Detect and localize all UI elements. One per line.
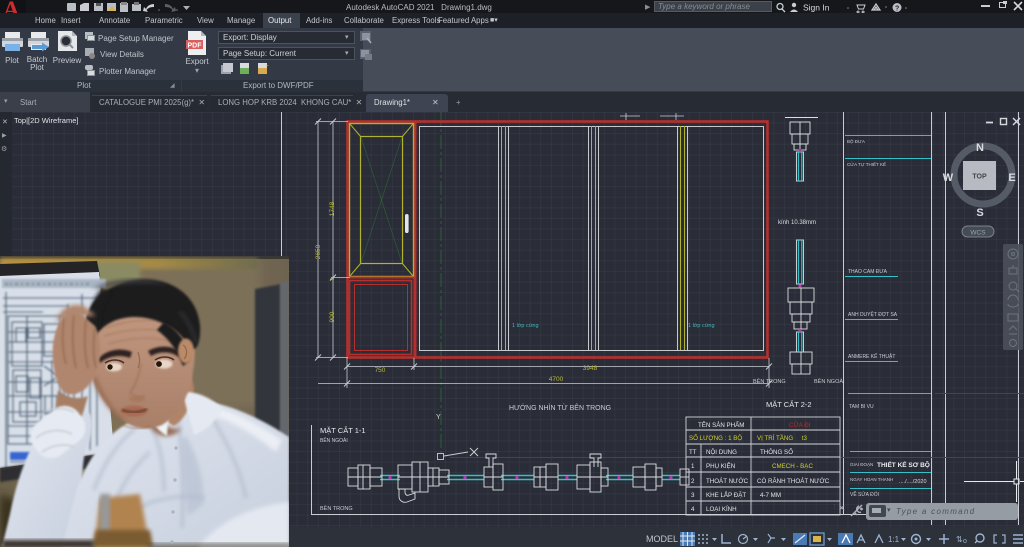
- svg-text:MẶT CẮT 2-2: MẶT CẮT 2-2: [766, 400, 812, 409]
- svg-text:2650: 2650: [315, 244, 322, 259]
- svg-text:5: 5: [330, 277, 336, 280]
- svg-text:MẶT CẮT 1-1: MẶT CẮT 1-1: [320, 426, 366, 435]
- svg-text:HƯỚNG NHÌN TỪ BÊN TRONG: HƯỚNG NHÌN TỪ BÊN TRONG: [509, 403, 611, 412]
- svg-text:..../..../2020: ..../..../2020: [899, 479, 927, 485]
- svg-text:1 lớp cứng: 1 lớp cứng: [688, 323, 715, 329]
- svg-text:PHỤ KIỆN: PHỤ KIỆN: [706, 462, 735, 470]
- svg-text:NGAY HOAN THANH: NGAY HOAN THANH: [850, 477, 893, 482]
- svg-text:THIẾT KẾ SƠ BỘ: THIẾT KẾ SƠ BỘ: [877, 459, 930, 469]
- svg-text:1: 1: [691, 463, 695, 470]
- svg-text:750: 750: [375, 367, 386, 374]
- svg-text:CÓ RÃNH THOÁT NƯỚC: CÓ RÃNH THOÁT NƯỚC: [757, 478, 830, 485]
- svg-text:VỊ TRÍ TẦNG t3: VỊ TRÍ TẦNG t3: [757, 435, 808, 442]
- svg-text:Y: Y: [436, 414, 441, 421]
- svg-text:▶: ▶: [2, 133, 7, 139]
- svg-text:TOP: TOP: [972, 174, 987, 181]
- svg-text:BỘ ĐƯA: BỘ ĐƯA: [847, 138, 865, 144]
- svg-text:3948: 3948: [583, 365, 598, 372]
- svg-text:✕: ✕: [2, 119, 8, 126]
- svg-text:PDF: PDF: [188, 43, 203, 50]
- svg-text:GIAI ĐOẠN: GIAI ĐOẠN: [850, 462, 873, 467]
- svg-text:1:1: 1:1: [888, 535, 900, 544]
- svg-text:Top|[2D Wireframe]: Top|[2D Wireframe]: [14, 116, 78, 125]
- svg-text:?: ?: [895, 6, 899, 13]
- svg-text:+: +: [265, 64, 269, 70]
- svg-text:THOÁT NƯỚC: THOÁT NƯỚC: [706, 478, 749, 485]
- svg-text:LOẠI KÍNH: LOẠI KÍNH: [706, 506, 737, 513]
- svg-text:⚙: ⚙: [1, 145, 7, 153]
- svg-text:⇅: ⇅: [956, 535, 963, 544]
- svg-text:4700: 4700: [549, 376, 564, 383]
- svg-text:Sign In: Sign In: [803, 3, 830, 13]
- svg-text:N: N: [976, 142, 984, 154]
- svg-text:3: 3: [691, 492, 695, 499]
- svg-text:E: E: [1008, 172, 1015, 184]
- svg-text:1748: 1748: [329, 201, 336, 216]
- svg-text:S: S: [976, 207, 983, 219]
- svg-text:NỘI DUNG: NỘI DUNG: [706, 449, 737, 456]
- svg-text:CỬA ĐI: CỬA ĐI: [789, 422, 811, 429]
- svg-text:WCS: WCS: [970, 230, 986, 237]
- svg-text:o: o: [963, 538, 967, 545]
- svg-text:THÔNG SỐ: THÔNG SỐ: [760, 449, 793, 456]
- svg-text:BÊN TRONG: BÊN TRONG: [753, 377, 786, 385]
- svg-text:ANMERE KẾ THUẬT: ANMERE KẾ THUẬT: [848, 353, 895, 360]
- svg-text:TÊN SẢN PHẨM: TÊN SẢN PHẨM: [698, 421, 744, 429]
- svg-text:VẼ SỬA ĐỔI: VẼ SỬA ĐỔI: [850, 491, 879, 498]
- svg-text:kính 10.38mm: kính 10.38mm: [778, 220, 816, 226]
- svg-text:4-7 MM: 4-7 MM: [760, 492, 781, 499]
- svg-text:4: 4: [691, 506, 695, 513]
- svg-text:1 lớp cứng: 1 lớp cứng: [512, 323, 539, 329]
- svg-text:TAM BI VU: TAM BI VU: [849, 404, 874, 410]
- svg-text:BÊN NGOÀI: BÊN NGOÀI: [320, 436, 348, 444]
- svg-text:2: 2: [691, 478, 695, 485]
- svg-text:THAO CAM ĐƯA: THAO CAM ĐƯA: [848, 269, 888, 275]
- svg-text:CMECH - BẠC: CMECH - BẠC: [772, 463, 813, 470]
- svg-text:ANH DUYỆT ĐỢT SA: ANH DUYỆT ĐỢT SA: [848, 310, 898, 318]
- svg-text:BÊN NGOÀI: BÊN NGOÀI: [814, 377, 845, 385]
- svg-text:KHE LẮP ĐẶT: KHE LẮP ĐẶT: [706, 491, 746, 499]
- svg-text:SỐ LƯỢNG : 1 BỘ: SỐ LƯỢNG : 1 BỘ: [689, 435, 742, 442]
- svg-text:TT: TT: [689, 449, 697, 456]
- svg-text:CỬA TỰ THIẾT KẾ: CỬA TỰ THIẾT KẾ: [847, 161, 886, 167]
- svg-text:W: W: [943, 172, 954, 184]
- svg-text:BÊN TRONG: BÊN TRONG: [320, 504, 353, 512]
- svg-text:900: 900: [329, 311, 336, 322]
